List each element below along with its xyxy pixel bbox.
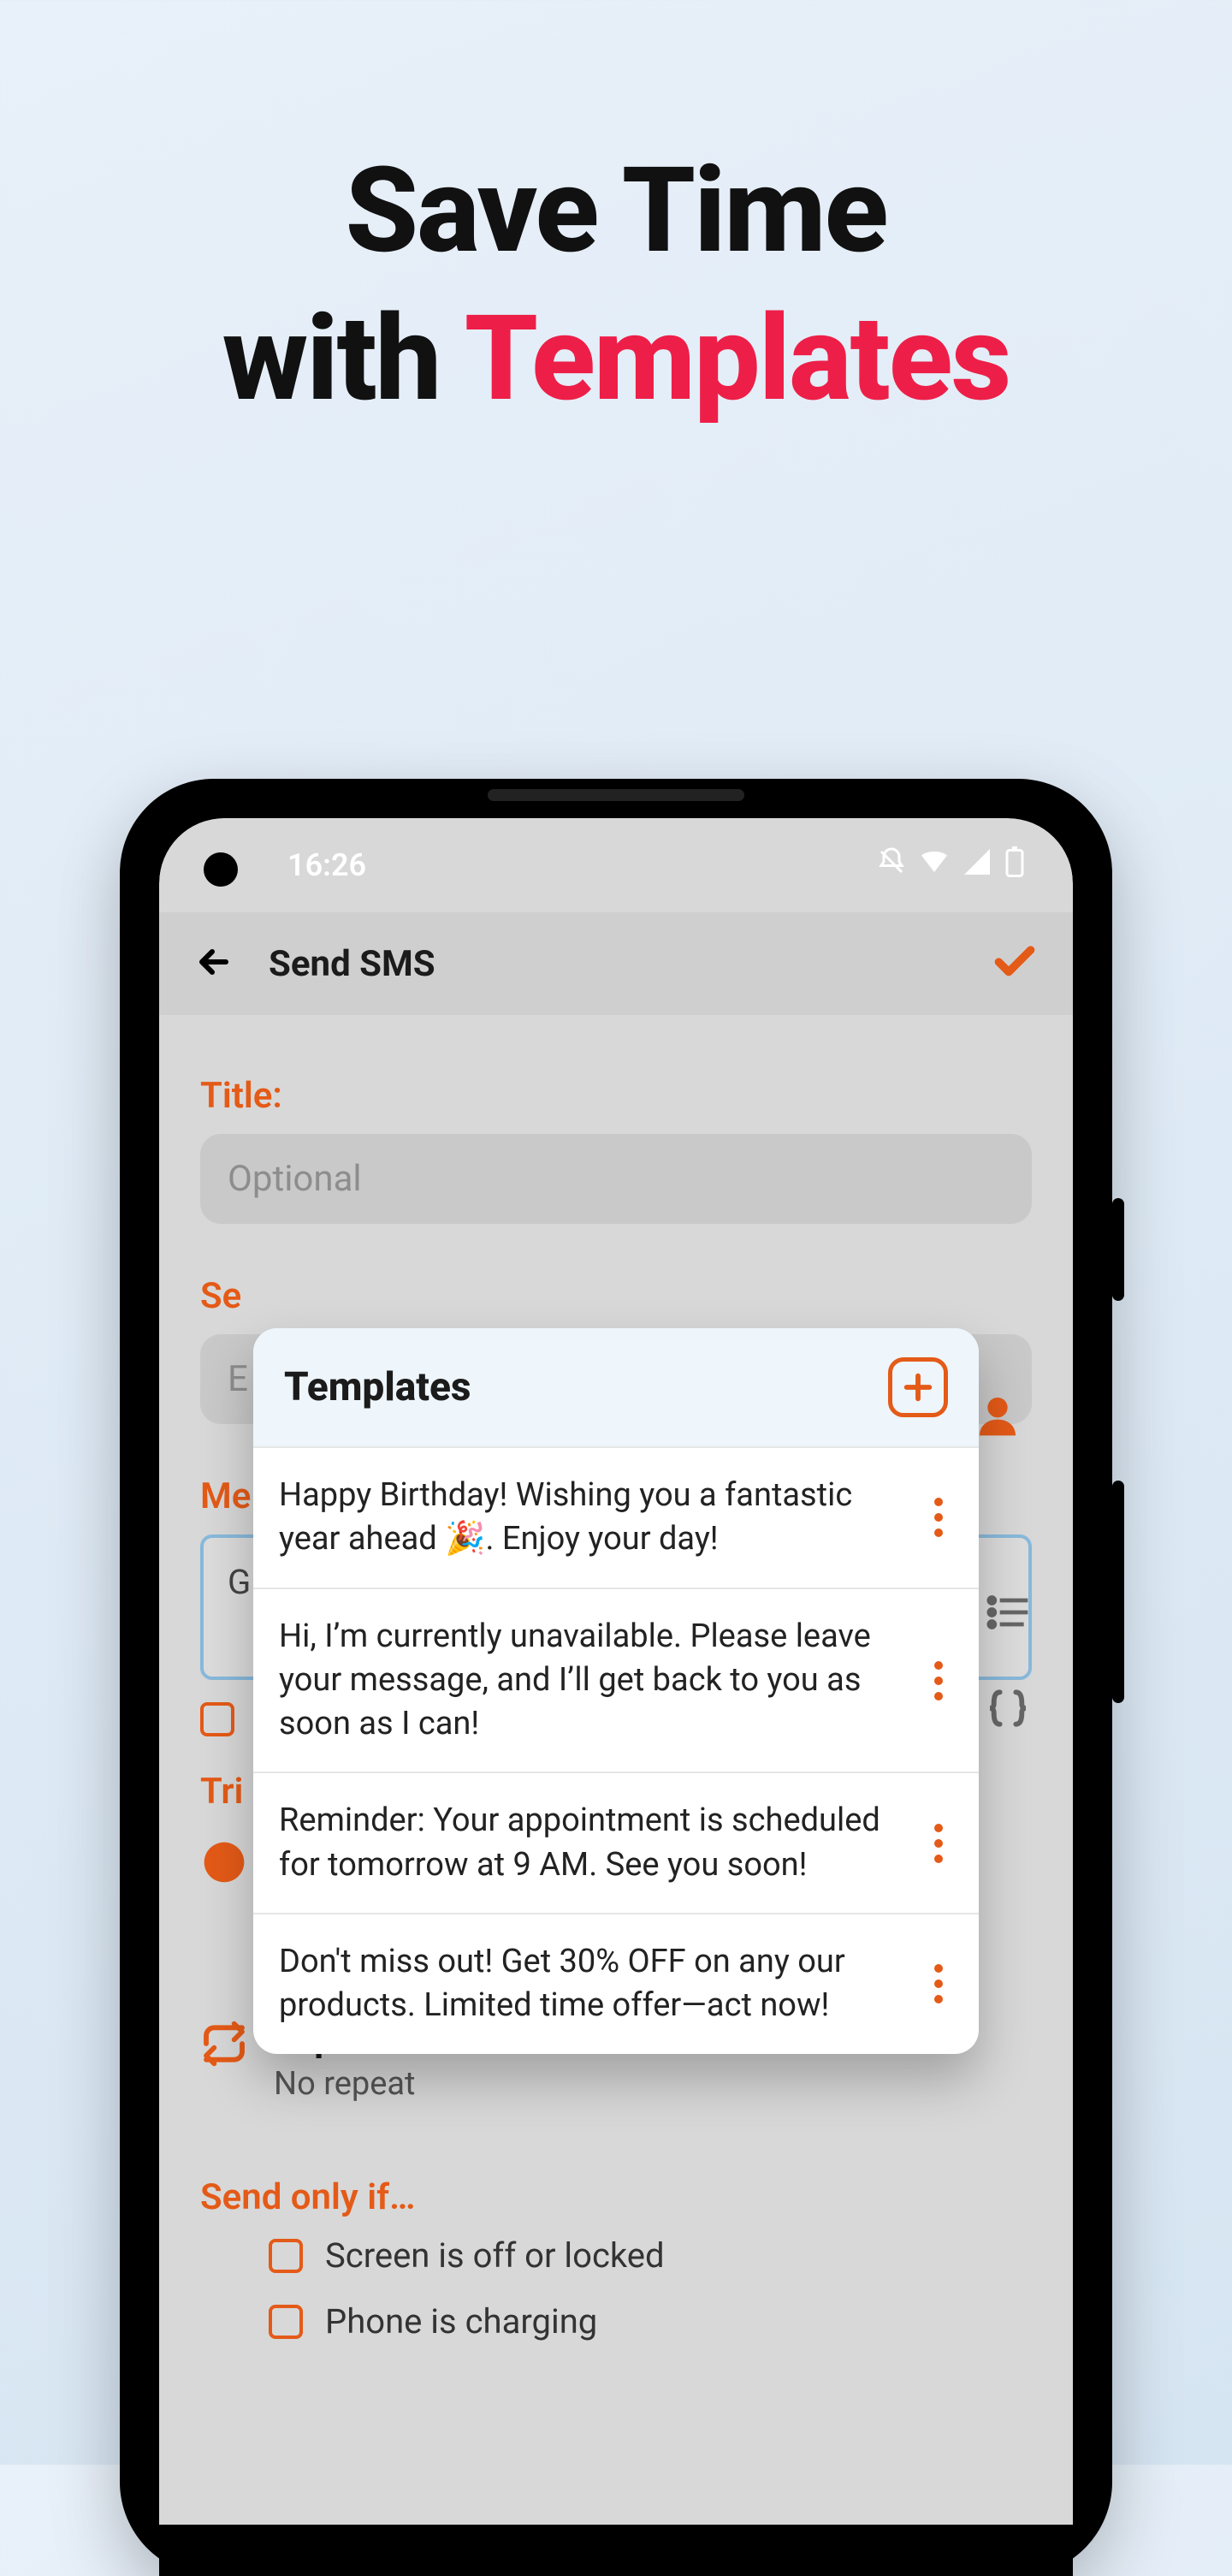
checkbox-screen[interactable] <box>269 2239 303 2273</box>
template-item[interactable]: Hi, I’m currently unavailable. Please le… <box>253 1588 979 1772</box>
send-to-label: Se <box>200 1275 1032 1317</box>
wifi-icon <box>919 846 950 885</box>
title-input[interactable]: Optional <box>200 1134 1032 1224</box>
contact-icon[interactable] <box>974 1392 1022 1439</box>
phone-screen: 16:26 Send SMS <box>159 818 1073 2576</box>
cond-screen-row[interactable]: Screen is off or locked <box>200 2235 1032 2276</box>
phone-volume-button <box>1112 1481 1124 1703</box>
android-navbar <box>159 2525 1073 2576</box>
app-bar: Send SMS <box>159 912 1073 1015</box>
template-item[interactable]: Happy Birthday! Wishing you a fantastic … <box>253 1446 979 1588</box>
templates-title: Templates <box>284 1364 471 1410</box>
phone-frame: 16:26 Send SMS <box>120 779 1112 2576</box>
status-bar: 16:26 <box>159 818 1073 912</box>
screen-title: Send SMS <box>269 943 435 985</box>
template-more-button[interactable] <box>914 1661 953 1701</box>
templates-header: Templates <box>253 1328 979 1446</box>
template-more-button[interactable] <box>914 1498 953 1537</box>
checkbox-charging[interactable] <box>269 2305 303 2339</box>
variables-icon[interactable] <box>984 1684 1032 1732</box>
title-label: Title: <box>200 1075 1032 1117</box>
status-time: 16:26 <box>287 847 366 883</box>
battery-icon <box>1004 846 1025 885</box>
confirm-button[interactable] <box>991 938 1039 989</box>
repeat-icon <box>200 2020 248 2068</box>
template-item[interactable]: Don't miss out! Get 30% OFF on any our p… <box>253 1913 979 2054</box>
phone-power-button <box>1112 1198 1124 1301</box>
signal-icon <box>962 846 992 885</box>
template-more-button[interactable] <box>914 1824 953 1863</box>
cond-charging-row[interactable]: Phone is charging <box>200 2301 1032 2342</box>
templates-icon[interactable] <box>984 1588 1032 1636</box>
template-item[interactable]: Reminder: Your appointment is scheduled … <box>253 1772 979 1913</box>
hero-line1: Save Time <box>0 137 1232 285</box>
back-button[interactable] <box>193 941 234 986</box>
camera-punch-hole <box>204 852 238 887</box>
add-template-button[interactable] <box>888 1357 948 1417</box>
template-more-button[interactable] <box>914 1964 953 2003</box>
send-only-if-label: Send only if… <box>200 2176 1032 2218</box>
hero-headline: Save Time with Templates <box>0 137 1232 432</box>
templates-popup: Templates Happy Birthday! Wishing you a … <box>253 1328 979 2054</box>
dnd-icon <box>876 846 907 885</box>
unknown-checkbox[interactable] <box>200 1702 234 1736</box>
hero-line2: with Templates <box>0 285 1232 433</box>
time-icon <box>200 1838 248 1886</box>
